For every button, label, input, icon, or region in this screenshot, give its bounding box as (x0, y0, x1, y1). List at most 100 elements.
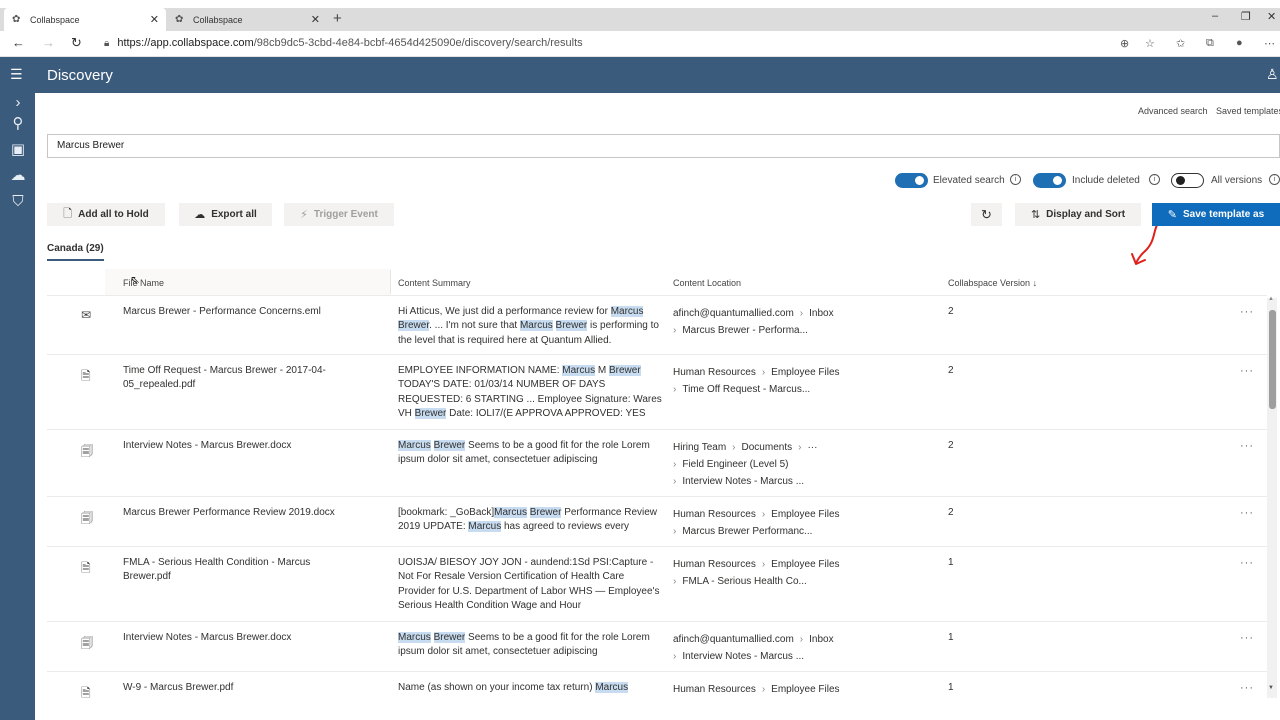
column-header-content-location[interactable]: Content Location (673, 278, 741, 288)
info-icon[interactable]: i (1269, 174, 1280, 185)
main-content: Advanced search Saved templates Marcus B… (35, 93, 1280, 720)
all-versions-toggle[interactable] (1171, 173, 1204, 188)
table-row[interactable]: 🗎 Time Off Request - Marcus Brewer - 2017… (47, 354, 1267, 429)
column-header-collabspace-version[interactable]: Collabspace Version ↓ (948, 278, 1037, 288)
scrollbar-thumb[interactable] (1269, 310, 1276, 409)
refresh-icon[interactable]: ↻ (71, 35, 82, 51)
browser-tab-active[interactable]: ✿ Collabspace ✕ (4, 8, 166, 31)
content-location-cell: Human Resources › Employee Files › FMLA - Se… (673, 556, 913, 590)
include-deleted-label: Include deleted (1072, 175, 1140, 186)
saved-templates-link[interactable]: Saved templates (1216, 106, 1280, 116)
chevron-right-icon: › (673, 526, 677, 537)
chevron-right-icon: › (673, 325, 677, 336)
new-tab-icon[interactable]: + (333, 10, 342, 27)
table-row[interactable]: 🗐 Marcus Brewer Performance Review 2019.d… (47, 496, 1267, 546)
back-icon[interactable]: ← (12, 35, 25, 50)
column-header-content-summary[interactable]: Content Summary (398, 278, 471, 288)
close-window-icon[interactable]: ✕ (1267, 10, 1276, 23)
profile-icon[interactable]: ● (1236, 37, 1243, 49)
location-breadcrumb[interactable]: Human Resources › Employee Files (673, 506, 913, 523)
user-icon[interactable]: ♙ (1266, 66, 1279, 83)
word-doc-icon: 🗐 (81, 444, 93, 458)
close-icon[interactable]: ✕ (311, 13, 320, 26)
more-options-icon[interactable]: ··· (1240, 306, 1254, 318)
location-breadcrumb[interactable]: Human Resources › Employee Files (673, 556, 913, 573)
forward-icon[interactable]: → (42, 35, 55, 50)
email-icon: ✉ (81, 308, 92, 322)
browser-tab-inactive[interactable]: ✿ Collabspace ✕ (167, 8, 327, 31)
scroll-up-icon[interactable]: ▲ (1268, 296, 1274, 302)
display-and-sort-button[interactable]: ⇅ Display and Sort (1015, 203, 1141, 226)
elevated-search-toggle[interactable] (895, 173, 928, 188)
save-template-as-button[interactable]: ✎ Save template as (1152, 203, 1280, 226)
location-breadcrumb[interactable]: › Marcus Brewer - Performa... (673, 322, 913, 339)
location-breadcrumb[interactable]: › Marcus Brewer Performanc... (673, 523, 913, 540)
browser-menu-icon[interactable]: ⋯ (1264, 37, 1275, 50)
export-all-button[interactable]: ☁ Export all (179, 203, 272, 226)
content-summary-cell: EMPLOYEE INFORMATION NAME: Marcus M Brew… (398, 365, 662, 420)
page-title: Discovery (47, 67, 113, 84)
more-options-icon[interactable]: ··· (1240, 507, 1254, 519)
search-icon[interactable]: ⚲ (9, 115, 27, 133)
add-all-to-hold-button[interactable]: 🗋 Add all to Hold (47, 203, 165, 226)
collections-icon[interactable]: ⧉ (1206, 37, 1214, 50)
location-breadcrumb[interactable]: › Time Off Request - Marcus... (673, 381, 913, 398)
url-field[interactable]: 🔒︎ https://app.collabspace.com/98cb9dc5-3… (104, 37, 583, 49)
file-name-cell[interactable]: Time Off Request - Marcus Brewer - 2017-… (123, 364, 353, 393)
more-options-icon[interactable]: ··· (1240, 682, 1254, 694)
content-summary-cell: Marcus Brewer Seems to be a good fit for… (398, 440, 650, 466)
search-input[interactable]: Marcus Brewer (47, 134, 1280, 158)
table-row[interactable]: 🗐 Interview Notes - Marcus Brewer.docx Mar… (47, 429, 1267, 496)
table-row[interactable]: ✉ Marcus Brewer - Performance Concerns.em… (47, 295, 1267, 354)
info-icon[interactable]: i (1149, 174, 1160, 185)
trigger-event-button[interactable]: ⚡︎ Trigger Event (284, 203, 394, 226)
file-name-cell[interactable]: FMLA - Serious Health Condition - Marcus… (123, 556, 353, 585)
more-options-icon[interactable]: ··· (1240, 632, 1254, 644)
save-template-icon: ✎ (1167, 209, 1178, 221)
app-header: ☰ Discovery ♙ (0, 57, 1280, 93)
shield-icon[interactable]: ⛉ (9, 193, 27, 211)
tab-canada[interactable]: Canada (29) (47, 243, 104, 261)
location-breadcrumb[interactable]: afinch@quantumallied.com › Inbox (673, 305, 913, 322)
more-options-icon[interactable]: ··· (1240, 365, 1254, 377)
close-icon[interactable]: ✕ (150, 13, 159, 26)
location-breadcrumb[interactable]: › Field Engineer (Level 5) (673, 456, 913, 473)
location-breadcrumb[interactable]: afinch@quantumallied.com › Inbox (673, 631, 913, 648)
file-name-cell[interactable]: W-9 - Marcus Brewer.pdf (123, 681, 353, 695)
content-location-cell: Human Resources › Employee Files › Time Off … (673, 364, 913, 398)
table-row[interactable]: 🗎 FMLA - Serious Health Condition - Marcu… (47, 546, 1267, 621)
favorites-icon[interactable]: ✩ (1176, 37, 1185, 50)
location-breadcrumb[interactable]: Hiring Team › Documents › ··· (673, 439, 913, 456)
location-breadcrumb[interactable]: › Interview Notes - Marcus ... (673, 473, 913, 490)
location-breadcrumb[interactable]: › Interview Notes - Marcus ... (673, 648, 913, 665)
favorite-star-icon[interactable]: ☆ (1145, 37, 1155, 50)
minimize-icon[interactable]: – (1212, 10, 1218, 22)
location-breadcrumb[interactable]: › FMLA - Serious Health Co... (673, 573, 913, 590)
file-name-cell[interactable]: Interview Notes - Marcus Brewer.docx (123, 631, 353, 645)
trigger-event-icon: ⚡︎ (300, 209, 308, 221)
location-breadcrumb[interactable]: Human Resources › Employee Files (673, 681, 913, 698)
more-options-icon[interactable]: ··· (1240, 440, 1254, 452)
table-row[interactable]: 🗎 W-9 - Marcus Brewer.pdf Name (as shown o… (47, 671, 1267, 711)
cloud-upload-icon[interactable]: ☁ (9, 167, 27, 185)
content-summary-cell: [bookmark: _GoBack]Marcus Brewer Perform… (398, 507, 658, 533)
content-summary-cell: Name (as shown on your income tax return… (398, 682, 629, 693)
advanced-search-link[interactable]: Advanced search (1138, 106, 1208, 116)
more-options-icon[interactable]: ··· (1240, 557, 1254, 569)
refresh-results-button[interactable]: ↻ (971, 203, 1002, 226)
info-icon[interactable]: i (1010, 174, 1021, 185)
file-name-cell[interactable]: Marcus Brewer - Performance Concerns.eml (123, 305, 353, 319)
zoom-icon[interactable]: ⊕ (1120, 37, 1129, 50)
holds-icon[interactable]: ▣ (9, 141, 27, 159)
file-name-cell[interactable]: Interview Notes - Marcus Brewer.docx (123, 439, 353, 453)
hamburger-menu-icon[interactable]: ☰ (10, 66, 23, 83)
scroll-down-icon[interactable]: ▼ (1268, 685, 1274, 691)
restore-icon[interactable]: ❐ (1241, 10, 1251, 23)
include-deleted-toggle[interactable] (1033, 173, 1066, 188)
url-host: https://app.collabspace.com (117, 37, 254, 49)
expand-chevron-icon[interactable]: › (9, 94, 27, 112)
file-name-cell[interactable]: Marcus Brewer Performance Review 2019.do… (123, 506, 353, 520)
table-row[interactable]: 🗐 Interview Notes - Marcus Brewer.docx Mar… (47, 621, 1267, 671)
location-breadcrumb[interactable]: Human Resources › Employee Files (673, 364, 913, 381)
browser-tab-bar: ✿ Collabspace ✕ ✿ Collabspace ✕ + – ❐ ✕ (0, 8, 1280, 31)
